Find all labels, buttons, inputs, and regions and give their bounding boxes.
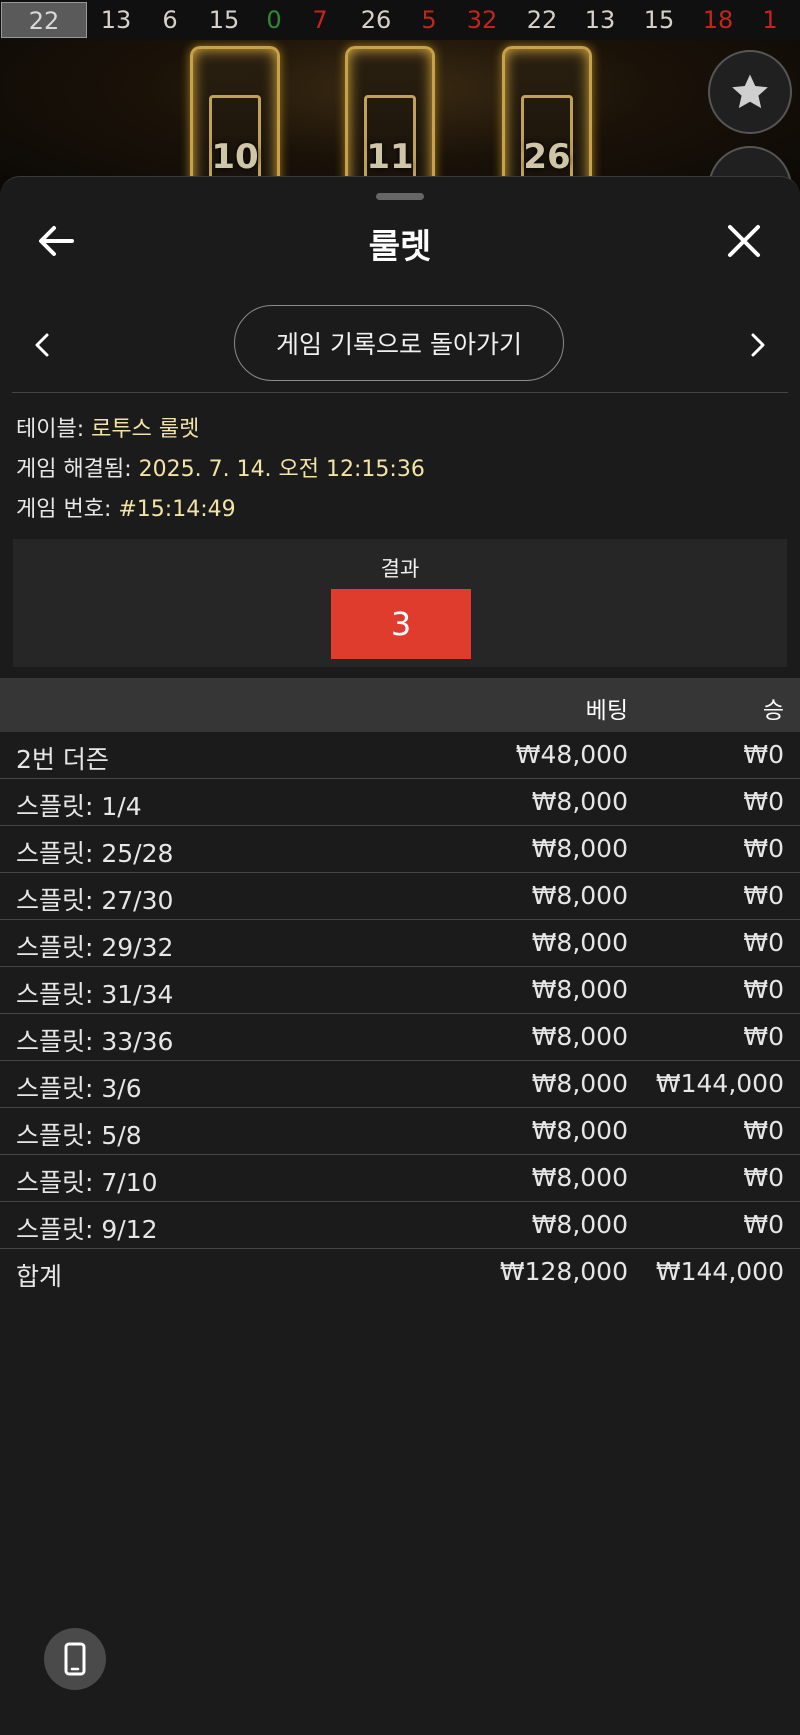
bet-name: 스플릿: 33/36 [16,1027,174,1056]
bet-win: ₩0 [743,1163,784,1192]
favorite-button[interactable] [708,50,792,134]
table-info: 테이블: 로투스 룰렛 [16,411,199,443]
bets-table: 베팅 승 2번 더즌 ₩48,000 ₩0 스플릿: 1/4 ₩8,000 ₩0 스플릿: … [0,678,800,1295]
history-result-number: 13 [100,6,132,34]
mobile-device-icon [64,1642,86,1676]
latest-result-number: 22 [1,2,87,38]
sheet-title: 룰렛 [368,227,432,267]
table-row: 스플릿: 29/32 ₩8,000 ₩0 [0,920,800,967]
bet-bet: ₩8,000 [531,881,628,910]
bet-name: 스플릿: 9/12 [16,1215,158,1244]
chevron-right-icon [751,333,765,357]
bet-bet: ₩48,000 [515,740,628,769]
bet-bet: ₩8,000 [531,1163,628,1192]
bet-win: ₩0 [743,787,784,816]
divider [12,392,788,393]
game-number-value: #15:14:49 [118,497,236,522]
column-header-bet: 베팅 [585,698,628,724]
table-row: 스플릿: 33/36 ₩8,000 ₩0 [0,1014,800,1061]
close-button[interactable] [724,221,764,261]
table-row: 스플릿: 27/30 ₩8,000 ₩0 [0,873,800,920]
game-number-label: 게임 번호: [16,497,119,522]
pillar-number: 10 [211,137,259,177]
history-result-number: 22 [526,6,558,34]
table-row: 스플릿: 3/6 ₩8,000 ₩144,000 [0,1061,800,1108]
close-icon [728,225,760,257]
total-label: 합계 [16,1262,63,1291]
table-row: 2번 더즌 ₩48,000 ₩0 [0,732,800,779]
resolved-value: 2025. 7. 14. 오전 12:15:36 [138,457,425,482]
bet-bet: ₩8,000 [531,1069,628,1098]
bet-win: ₩0 [743,740,784,769]
bet-win: ₩0 [743,834,784,863]
bet-bet: ₩8,000 [531,787,628,816]
history-result-number: 13 [584,6,616,34]
history-result-number: 15 [208,6,240,34]
table-row: 스플릿: 25/28 ₩8,000 ₩0 [0,826,800,873]
bet-name: 스플릿: 25/28 [16,839,174,868]
table-label: 테이블: [16,417,92,442]
column-header-win: 승 [762,698,784,724]
resolved-label: 게임 해결됨: [16,457,139,482]
total-row: 합계 ₩128,000 ₩144,000 [0,1249,800,1295]
result-panel: 결과 3 [13,539,787,667]
next-game-button[interactable] [744,327,772,363]
bet-win: ₩144,000 [655,1069,784,1098]
table-row: 스플릿: 1/4 ₩8,000 ₩0 [0,779,800,826]
history-result-number: 6 [162,6,178,34]
bet-win: ₩0 [743,1022,784,1051]
previous-game-button[interactable] [28,327,56,363]
history-result-number: 18 [702,6,734,34]
game-detail-sheet: 룰렛 게임 기록으로 돌아가기 테이블: 로투스 룰렛 게임 해결됨: 2025… [0,176,800,1735]
bet-name: 스플릿: 3/6 [16,1074,142,1103]
total-win: ₩144,000 [655,1257,784,1286]
star-icon [732,74,768,109]
bet-name: 스플릿: 31/34 [16,980,174,1009]
bet-name: 스플릿: 29/32 [16,933,174,962]
history-result-number: 1 [762,6,778,34]
resolved-info: 게임 해결됨: 2025. 7. 14. 오전 12:15:36 [16,451,425,483]
chevron-left-icon [35,333,49,357]
bet-bet: ₩8,000 [531,834,628,863]
table-value: 로투스 룰렛 [91,417,200,442]
bet-name: 2번 더즌 [16,745,109,774]
device-view-button[interactable] [44,1628,106,1690]
total-bet: ₩128,000 [499,1257,628,1286]
pillar-number: 26 [523,137,571,177]
bet-name: 스플릿: 7/10 [16,1168,158,1197]
bet-bet: ₩8,000 [531,1022,628,1051]
table-row: 스플릿: 5/8 ₩8,000 ₩0 [0,1108,800,1155]
bet-win: ₩0 [743,928,784,957]
results-history-strip: 22 13 6 15 0 7 26 5 32 22 13 15 18 1 [0,0,800,40]
history-result-number: 5 [421,6,437,34]
pillar-number: 11 [366,137,414,177]
bet-bet: ₩8,000 [531,1116,628,1145]
table-row: 스플릿: 9/12 ₩8,000 ₩0 [0,1202,800,1249]
bet-win: ₩0 [743,881,784,910]
table-header: 베팅 승 [0,678,800,732]
bet-name: 스플릿: 1/4 [16,792,142,821]
history-result-number: 32 [466,6,498,34]
table-row: 스플릿: 7/10 ₩8,000 ₩0 [0,1155,800,1202]
game-number-info: 게임 번호: #15:14:49 [16,491,236,523]
result-label: 결과 [380,557,420,581]
table-row: 스플릿: 31/34 ₩8,000 ₩0 [0,967,800,1014]
bet-win: ₩0 [743,1210,784,1239]
result-number: 3 [331,589,471,659]
bet-bet: ₩8,000 [531,1210,628,1239]
history-result-number: 15 [643,6,675,34]
history-result-number: 7 [312,6,328,34]
bet-name: 스플릿: 27/30 [16,886,174,915]
history-result-number: 26 [360,6,392,34]
bet-win: ₩0 [743,975,784,1004]
bet-win: ₩0 [743,1116,784,1145]
bet-name: 스플릿: 5/8 [16,1121,142,1150]
history-result-number: 0 [266,6,282,34]
bet-bet: ₩8,000 [531,928,628,957]
back-to-game-history-button[interactable]: 게임 기록으로 돌아가기 [234,305,564,381]
sheet-drag-handle[interactable] [376,193,424,200]
bet-bet: ₩8,000 [531,975,628,1004]
